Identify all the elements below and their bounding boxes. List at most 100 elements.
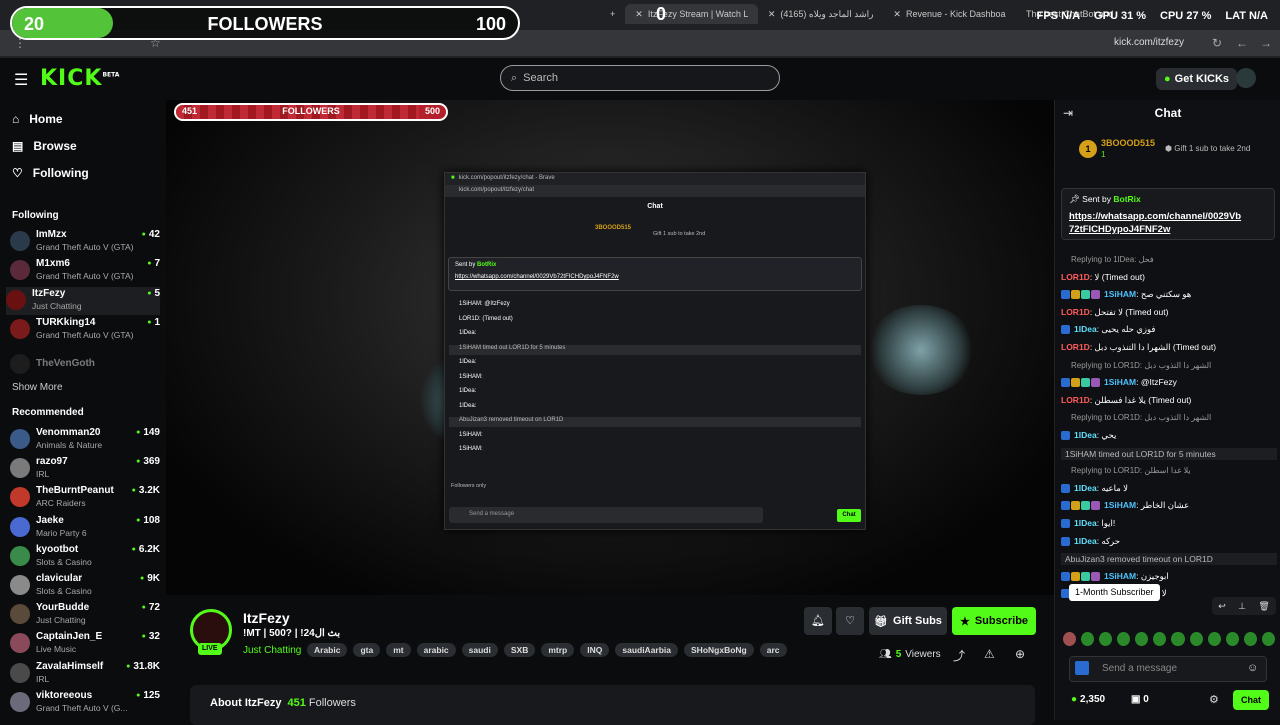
emote-icon[interactable] [1207, 632, 1221, 646]
user-badges [1061, 571, 1101, 583]
emote-icon[interactable] [1081, 632, 1095, 646]
video-player[interactable]: 451 FOLLOWERS 500 ■ kick.com/popout/itzfe… [166, 100, 1054, 595]
tag[interactable]: saudi [461, 643, 498, 657]
url-text[interactable]: kick.com/itzfezy [1114, 37, 1184, 48]
browser-tab-active[interactable]: ✕ItzFezy Stream | Watch Live on Kick [625, 4, 758, 24]
tag[interactable]: arc [759, 643, 787, 657]
channel-item[interactable]: ZavalaHimselfIRL 31.8K [10, 660, 160, 688]
channel-item[interactable]: JaekeMario Party 6 108 [10, 514, 160, 542]
close-icon[interactable]: ✕ [893, 9, 901, 20]
emote-icon[interactable] [1135, 632, 1149, 646]
user-avatar[interactable] [1236, 68, 1256, 88]
back-icon[interactable]: ← [1236, 36, 1248, 50]
chat-title: Chat [1154, 106, 1182, 120]
emote-icon[interactable] [1171, 632, 1185, 646]
chat-username[interactable]: LOR1D [1061, 342, 1090, 352]
tag[interactable]: SXB [503, 643, 536, 657]
show-more-link[interactable]: Show More [12, 382, 63, 393]
chat-username[interactable]: LOR1D [1061, 272, 1090, 282]
get-kicks-button[interactable]: ● Get KICKs [1156, 68, 1238, 90]
tag[interactable]: INQ [580, 643, 610, 657]
emote-icon[interactable] [1153, 632, 1167, 646]
browser-tab[interactable]: ✕ (4165) راشد الماجد ويلاه [758, 4, 884, 24]
emote-icon[interactable] [1189, 632, 1203, 646]
emoji-icon[interactable]: ☺ [1247, 662, 1258, 674]
channel-item[interactable]: M1xm6Grand Theft Auto V (GTA) 7 [10, 257, 160, 285]
gear-icon[interactable]: ⚙ [1209, 693, 1219, 706]
chat-username[interactable]: 1SiHAM [1104, 571, 1136, 581]
channel-name: TURKking14 [36, 316, 96, 328]
emote-icon[interactable] [1099, 632, 1113, 646]
channel-item[interactable]: CaptainJen_ELive Music 32 [10, 630, 160, 658]
search-input[interactable]: ⌕ Search [500, 65, 780, 91]
chat-send-button[interactable]: Chat [1233, 690, 1269, 710]
user-plus-icon[interactable]: ⊕ [1015, 647, 1025, 661]
stream-category[interactable]: Just Chatting [243, 645, 301, 656]
chat-username[interactable]: 1lDea [1074, 324, 1097, 334]
gift-subs-button[interactable]: 🎁︎ Gift Subs [869, 607, 947, 635]
report-icon[interactable]: ⚠ [984, 647, 995, 661]
forward-icon[interactable]: → [1260, 36, 1272, 50]
emote-icon[interactable] [1261, 632, 1275, 646]
channel-item[interactable]: YourBuddeJust Chatting 72 [10, 601, 160, 629]
tag[interactable]: arabic [416, 643, 456, 657]
channel-item-offline[interactable]: TheVenGoth [10, 351, 160, 379]
tag[interactable]: mt [386, 643, 411, 657]
chat-username[interactable]: 1SiHAM [1104, 289, 1136, 299]
sidebar-item-browse[interactable]: ▤ Browse [12, 139, 77, 153]
channel-name: ItzFezy [32, 287, 66, 299]
gifter-name[interactable]: 3BOOOD515 [1101, 138, 1155, 148]
sidebar-item-home[interactable]: ⌂ Home [12, 112, 63, 126]
browser-tab[interactable]: ✕ Revenue - Kick Dashboard [883, 4, 1016, 24]
chat-username[interactable]: 1lDea [1074, 518, 1097, 528]
tag[interactable]: SHoNgxBoNg [684, 643, 754, 657]
close-icon[interactable]: ✕ [768, 9, 776, 20]
chat-username[interactable]: 1SiHAM [1104, 377, 1136, 387]
chat-username[interactable]: LOR1D [1061, 395, 1090, 405]
chat-message: 1SiHAM: @ItzFezy [1061, 377, 1277, 389]
reload-icon[interactable]: ↻ [1212, 36, 1222, 50]
channel-item[interactable]: clavicular Slots & Casino 9K [10, 572, 160, 600]
gifter-count: 1 [1101, 150, 1106, 159]
channel-item[interactable]: ImMzx Grand Theft Auto V (GTA) 42 [10, 228, 160, 256]
channel-name[interactable]: ItzFezy [243, 610, 290, 626]
tag[interactable]: saudiAarbia [615, 643, 679, 657]
channel-item[interactable]: viktoreeousGrand Theft Auto V (G... 125 [10, 689, 160, 717]
channel-item[interactable]: kyootbotSlots & Casino 6.2K [10, 543, 160, 571]
close-icon[interactable]: ✕ [635, 9, 643, 20]
follow-button[interactable]: ♡ [836, 607, 864, 635]
gift-cta[interactable]: ⬢ Gift 1 sub to take 2nd [1165, 144, 1250, 153]
new-tab-button[interactable]: + [600, 4, 625, 24]
tag[interactable]: gta [353, 643, 381, 657]
tag[interactable]: Arabic [307, 643, 348, 657]
pinned-link[interactable]: https://whatsapp.com/channel/0029Vb 72tFI… [1069, 210, 1267, 236]
chat-username[interactable]: 1lDea [1074, 483, 1097, 493]
tag[interactable]: mtrp [541, 643, 575, 657]
reply-icon[interactable]: ↩ [1218, 601, 1226, 612]
channel-item[interactable]: Venomman20 Animals & Nature 149 [10, 426, 160, 454]
kicks-balance[interactable]: 2,350 [1071, 694, 1105, 705]
emote-icon[interactable] [1117, 632, 1131, 646]
share-icon[interactable]: ⤴ [953, 647, 965, 664]
user-badges [1061, 431, 1071, 442]
chat-input[interactable]: Send a message [1069, 656, 1267, 682]
delete-icon[interactable]: 🗑︎ [1258, 601, 1269, 612]
sidebar-item-following[interactable]: ♡ Following [12, 166, 89, 180]
emote-icon[interactable] [1243, 632, 1257, 646]
chat-username[interactable]: 1SiHAM [1104, 500, 1136, 510]
emote-icon[interactable] [1063, 632, 1077, 646]
sticker-count[interactable]: ▣ 0 [1131, 694, 1149, 705]
hamburger-menu-icon[interactable]: ☰ [14, 70, 28, 90]
channel-item[interactable]: TURKking14Grand Theft Auto V (GTA) 1 [10, 316, 160, 344]
chat-username[interactable]: LOR1D [1061, 307, 1090, 317]
channel-item[interactable]: TheBurntPeanutARC Raiders 3.2K [10, 484, 160, 512]
chat-username[interactable]: 1lDea [1074, 430, 1097, 440]
kick-logo[interactable]: KICKBETA [40, 66, 119, 91]
chat-username[interactable]: 1lDea [1074, 536, 1097, 546]
subscribe-button[interactable]: ★ Subscribe [952, 607, 1036, 635]
notification-bell-button[interactable]: 🔔︎ [804, 607, 832, 635]
pin-icon[interactable]: ⊥ [1238, 601, 1246, 612]
channel-item[interactable]: razo97IRL 369 [10, 455, 160, 483]
emote-icon[interactable] [1225, 632, 1239, 646]
channel-item[interactable]: ItzFezyJust Chatting 5 [6, 286, 160, 315]
